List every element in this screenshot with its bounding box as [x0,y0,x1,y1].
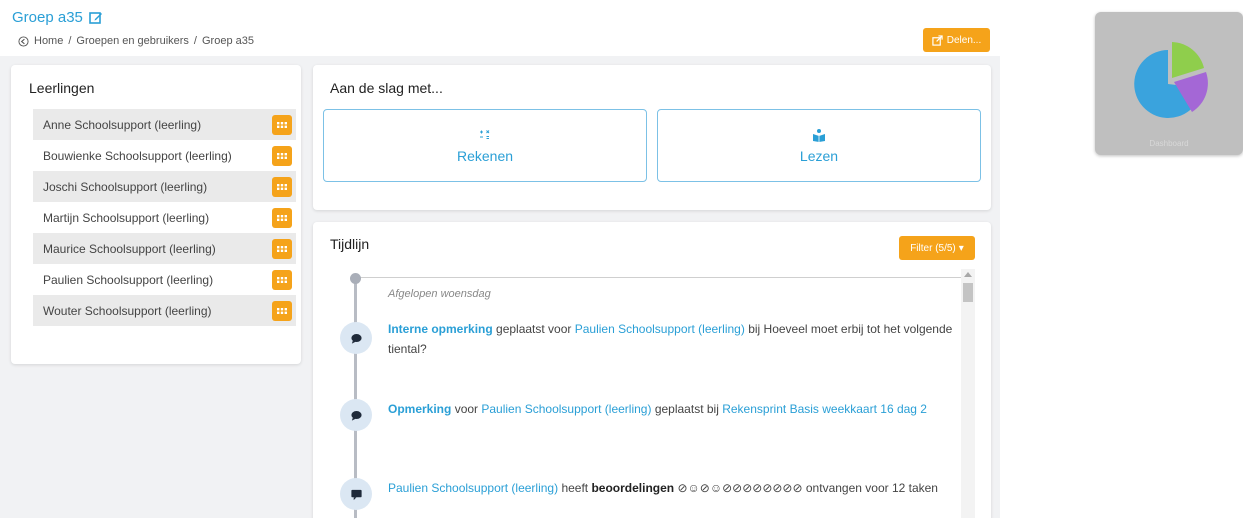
tile-rekenen-label: Rekenen [456,147,514,164]
student-row[interactable]: Wouter Schoolsupport (leerling) [33,295,296,326]
breadcrumb-separator: / [68,35,72,47]
tile-lezen[interactable]: Lezen [657,109,981,182]
entry-type-link[interactable]: Opmerking [388,402,451,416]
timeline-day-label: Afgelopen woensdag [388,288,491,300]
rating-bubble [340,478,372,510]
student-name: Joschi Schoolsupport (leerling) [43,179,208,194]
breadcrumb-current: Groep a35 [201,35,254,47]
entry-text: geplaatst bij [651,402,723,416]
message-square-icon [350,489,362,500]
student-menu-button[interactable] [272,176,292,197]
tile-lezen-label: Lezen [799,147,839,164]
math-icon [480,129,490,139]
student-name: Maurice Schoolsupport (leerling) [43,241,216,256]
student-row[interactable]: Maurice Schoolsupport (leerling) [33,233,296,264]
timeline-scrollbar[interactable] [961,269,975,518]
student-menu-button[interactable] [272,207,292,228]
app-page: Groep a35 Home / Groepen en gebruikers /… [0,0,1243,518]
student-row[interactable]: Bouwienke Schoolsupport (leerling) [33,140,296,171]
entry-text: geplaatst voor [492,322,575,336]
student-row[interactable]: Paulien Schoolsupport (leerling) [33,264,296,295]
breadcrumb-groups[interactable]: Groepen en gebruikers [76,35,189,47]
entry-target-link[interactable]: Rekensprint Basis weekkaart 16 dag 2 [722,402,927,416]
entry-student-link[interactable]: Paulien Schoolsupport (leerling) [388,481,558,495]
share-button[interactable]: Delen... [923,28,990,52]
comment-icon [350,410,362,421]
comment-icon [350,333,362,344]
timeline-start-dot [350,273,361,284]
filter-label: Filter (5/5) [910,242,956,254]
rating-icons: ⊘☺⊘☺⊘⊘⊘⊘⊘⊘⊘⊘ [677,481,803,495]
timeline-entry: Interne opmerking geplaatst voor Paulien… [388,319,963,359]
share-icon [932,34,943,46]
grid-icon [277,152,287,159]
grid-icon [277,276,287,283]
comment-bubble [340,399,372,431]
student-row[interactable]: Joschi Schoolsupport (leerling) [33,171,296,202]
entry-student-link[interactable]: Paulien Schoolsupport (leerling) [575,322,745,336]
student-menu-button[interactable] [272,114,292,135]
student-row[interactable]: Martijn Schoolsupport (leerling) [33,202,296,233]
filter-button[interactable]: Filter (5/5) ▾ [899,236,975,260]
breadcrumb: Home / Groepen en gebruikers / Groep a35 [18,35,254,47]
entry-text: heeft [558,481,592,495]
caret-down-icon: ▾ [958,242,964,254]
entry-bold-text: beoordelingen [591,481,675,495]
scroll-up-icon[interactable] [964,272,972,277]
students-card: Leerlingen Anne Schoolsupport (leerling)… [11,65,301,364]
page-title: Groep a35 [12,9,103,26]
breadcrumb-separator: / [193,35,197,47]
timeline-card: Tijdlijn Filter (5/5) ▾ Afgelopen woensd… [313,222,991,518]
entry-type-link[interactable]: Interne opmerking [388,322,493,336]
edit-icon[interactable] [89,11,103,25]
grid-icon [277,183,287,190]
student-menu-button[interactable] [272,238,292,259]
breadcrumb-home[interactable]: Home [34,35,63,47]
timeline-entry: Paulien Schoolsupport (leerling) heeft b… [388,478,963,498]
timeline-heading: Tijdlijn [330,236,370,252]
student-name: Bouwienke Schoolsupport (leerling) [43,148,232,163]
share-label: Delen... [946,34,982,46]
timeline-entry: Opmerking voor Paulien Schoolsupport (le… [388,399,963,419]
entry-student-link[interactable]: Paulien Schoolsupport (leerling) [481,402,651,416]
student-menu-button[interactable] [272,145,292,166]
tile-rekenen[interactable]: Rekenen [323,109,647,182]
student-name: Wouter Schoolsupport (leerling) [43,303,212,318]
entry-text: voor [451,402,482,416]
entry-text: ontvangen voor 12 taken [802,481,938,495]
student-menu-button[interactable] [272,269,292,290]
pie-chart-icon [1134,42,1208,118]
home-icon [18,35,29,47]
grid-icon [277,214,287,221]
student-row[interactable]: Anne Schoolsupport (leerling) [33,109,296,140]
scrollbar-thumb[interactable] [963,283,973,302]
start-card: Aan de slag met... Rekenen Lezen [313,65,991,210]
student-name: Paulien Schoolsupport (leerling) [43,272,214,287]
comment-bubble [340,322,372,354]
grid-icon [277,245,287,252]
thumbnail-caption: Dashboard [1149,139,1189,148]
start-heading: Aan de slag met... [330,80,443,96]
students-heading: Leerlingen [29,80,95,96]
student-name: Martijn Schoolsupport (leerling) [43,210,210,225]
dashboard-thumbnail[interactable]: Dashboard [1095,12,1243,155]
student-menu-button[interactable] [272,300,292,321]
grid-icon [277,307,287,314]
grid-icon [277,121,287,128]
page-title-text: Groep a35 [12,9,83,26]
reading-icon [813,128,825,142]
student-name: Anne Schoolsupport (leerling) [43,117,202,132]
